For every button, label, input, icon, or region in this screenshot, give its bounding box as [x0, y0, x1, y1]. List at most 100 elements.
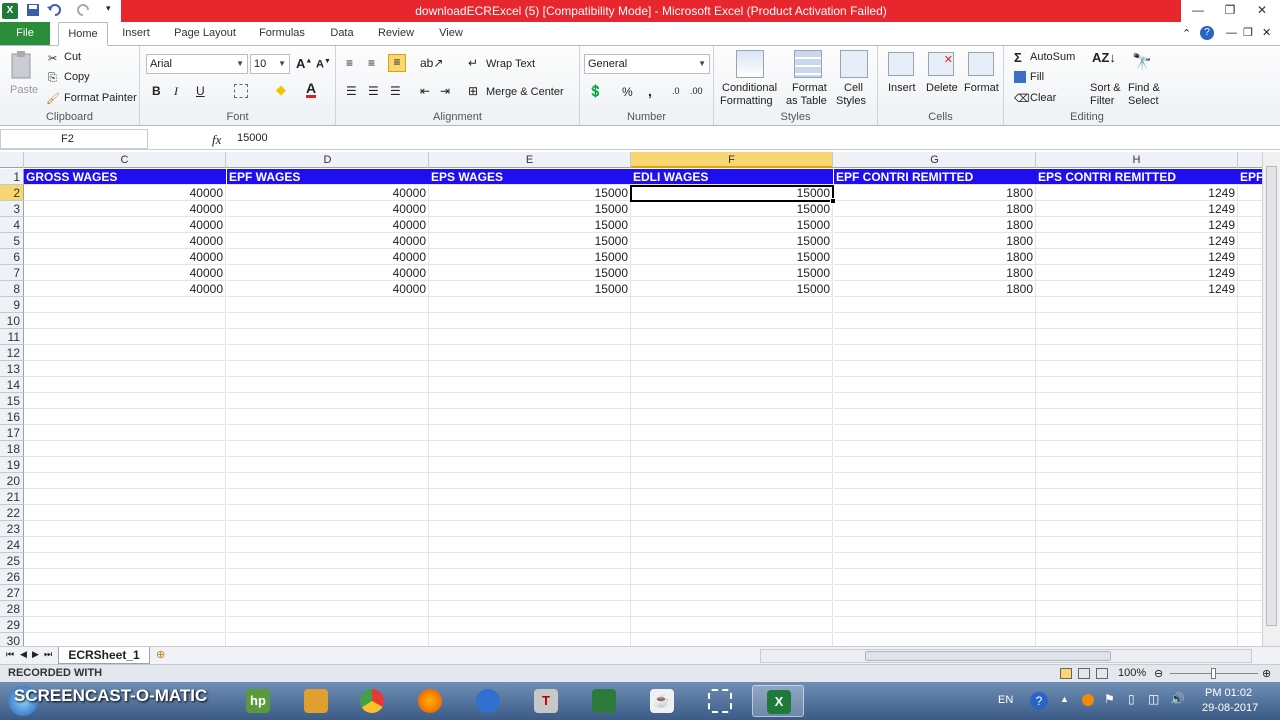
- undo-icon[interactable]: [46, 3, 62, 19]
- empty-cell[interactable]: [227, 617, 429, 633]
- taskbar-app-java[interactable]: ☕: [636, 685, 688, 717]
- data-cell[interactable]: 40000: [227, 201, 429, 217]
- empty-cell[interactable]: [1036, 441, 1238, 457]
- workbook-close-icon[interactable]: ✕: [1262, 26, 1271, 39]
- tab-page-layout[interactable]: Page Layout: [168, 22, 242, 45]
- row-header-7[interactable]: 7: [0, 265, 24, 281]
- grow-font-icon[interactable]: A▲: [296, 56, 312, 71]
- empty-cell[interactable]: [631, 569, 833, 585]
- empty-cell[interactable]: [631, 489, 833, 505]
- empty-cell[interactable]: [1238, 393, 1262, 409]
- fx-icon[interactable]: fx: [212, 132, 221, 148]
- data-cell[interactable]: 1800: [834, 217, 1036, 233]
- row-header-20[interactable]: 20: [0, 473, 24, 489]
- shrink-font-icon[interactable]: A▼: [316, 58, 331, 71]
- data-cell[interactable]: 1249: [1036, 281, 1238, 297]
- restore-button[interactable]: ❐: [1222, 3, 1238, 17]
- empty-cell[interactable]: [1238, 249, 1262, 265]
- data-cell[interactable]: 40000: [227, 185, 429, 201]
- empty-cell[interactable]: [227, 537, 429, 553]
- paste-button[interactable]: Paste: [10, 84, 38, 96]
- row-header-18[interactable]: 18: [0, 441, 24, 457]
- taskbar-app-monitor[interactable]: [578, 685, 630, 717]
- empty-cell[interactable]: [227, 569, 429, 585]
- tab-home[interactable]: Home: [58, 22, 108, 46]
- empty-cell[interactable]: [1036, 409, 1238, 425]
- empty-cell[interactable]: [429, 345, 631, 361]
- empty-cell[interactable]: [227, 601, 429, 617]
- empty-cell[interactable]: [631, 441, 833, 457]
- fill-button[interactable]: Fill: [1030, 71, 1044, 83]
- data-cell[interactable]: 1800: [834, 185, 1036, 201]
- row-header-17[interactable]: 17: [0, 425, 24, 441]
- action-center-icon[interactable]: ⚑: [1104, 692, 1115, 706]
- align-middle-icon[interactable]: ≡: [368, 56, 375, 70]
- empty-cell[interactable]: [1238, 489, 1262, 505]
- font-size-select[interactable]: 10 ▼: [250, 54, 290, 74]
- empty-cell[interactable]: [834, 409, 1036, 425]
- data-cell[interactable]: 1249: [1036, 217, 1238, 233]
- empty-cell[interactable]: [1238, 329, 1262, 345]
- row-header-16[interactable]: 16: [0, 409, 24, 425]
- empty-cell[interactable]: [1238, 345, 1262, 361]
- empty-cell[interactable]: [227, 505, 429, 521]
- empty-cell[interactable]: [24, 537, 226, 553]
- empty-cell[interactable]: [834, 457, 1036, 473]
- row-header-3[interactable]: 3: [0, 201, 24, 217]
- taskbar-app-chrome[interactable]: [346, 685, 398, 717]
- tab-data[interactable]: Data: [322, 22, 362, 45]
- empty-cell[interactable]: [429, 409, 631, 425]
- row-header-9[interactable]: 9: [0, 297, 24, 313]
- empty-cell[interactable]: [429, 329, 631, 345]
- conditional-formatting-button[interactable]: Conditional: [722, 82, 777, 94]
- column-header-d[interactable]: D: [227, 152, 429, 168]
- empty-cell[interactable]: [631, 505, 833, 521]
- row-header-19[interactable]: 19: [0, 457, 24, 473]
- empty-cell[interactable]: [227, 329, 429, 345]
- insert-sheet-icon[interactable]: ⊕: [156, 648, 165, 661]
- tab-formulas[interactable]: Formulas: [252, 22, 312, 45]
- bold-button[interactable]: B: [152, 84, 161, 98]
- decrease-decimal-icon[interactable]: .00: [690, 86, 703, 96]
- empty-cell[interactable]: [834, 329, 1036, 345]
- align-top-icon[interactable]: ≡: [346, 56, 353, 70]
- taskbar-app-files[interactable]: [290, 685, 342, 717]
- empty-cell[interactable]: [631, 633, 833, 646]
- data-cell[interactable]: 40000: [24, 217, 226, 233]
- tab-view[interactable]: View: [432, 22, 470, 45]
- empty-cell[interactable]: [1036, 601, 1238, 617]
- orientation-icon[interactable]: ab↗: [420, 56, 443, 70]
- empty-cell[interactable]: [1238, 233, 1262, 249]
- empty-cell[interactable]: [834, 521, 1036, 537]
- empty-cell[interactable]: [631, 457, 833, 473]
- header-cell[interactable]: GROSS WAGES: [24, 169, 226, 185]
- empty-cell[interactable]: [834, 569, 1036, 585]
- row-header-24[interactable]: 24: [0, 537, 24, 553]
- empty-cell[interactable]: [429, 585, 631, 601]
- empty-cell[interactable]: [1036, 361, 1238, 377]
- empty-cell[interactable]: [834, 345, 1036, 361]
- empty-cell[interactable]: [1036, 489, 1238, 505]
- data-cell[interactable]: 40000: [24, 233, 226, 249]
- formula-input[interactable]: 15000: [232, 129, 1266, 149]
- column-header-partial[interactable]: [1238, 152, 1262, 168]
- tray-expand-icon[interactable]: ▲: [1060, 694, 1069, 704]
- empty-cell[interactable]: [24, 441, 226, 457]
- increase-indent-icon[interactable]: ⇥: [440, 84, 450, 98]
- format-as-table-button[interactable]: Format: [792, 82, 827, 94]
- sheet-tab[interactable]: ECRSheet_1: [58, 647, 150, 664]
- empty-cell[interactable]: [429, 361, 631, 377]
- row-header-10[interactable]: 10: [0, 313, 24, 329]
- empty-cell[interactable]: [1036, 633, 1238, 646]
- format-cells-button[interactable]: Format: [964, 82, 999, 94]
- empty-cell[interactable]: [24, 601, 226, 617]
- borders-icon[interactable]: [234, 84, 248, 98]
- empty-cell[interactable]: [227, 521, 429, 537]
- empty-cell[interactable]: [227, 457, 429, 473]
- empty-cell[interactable]: [429, 537, 631, 553]
- empty-cell[interactable]: [24, 377, 226, 393]
- help-icon[interactable]: ?: [1200, 26, 1214, 40]
- zoom-level[interactable]: 100%: [1118, 667, 1146, 679]
- data-cell[interactable]: 15000: [631, 233, 833, 249]
- row-header-2[interactable]: 2: [0, 185, 24, 201]
